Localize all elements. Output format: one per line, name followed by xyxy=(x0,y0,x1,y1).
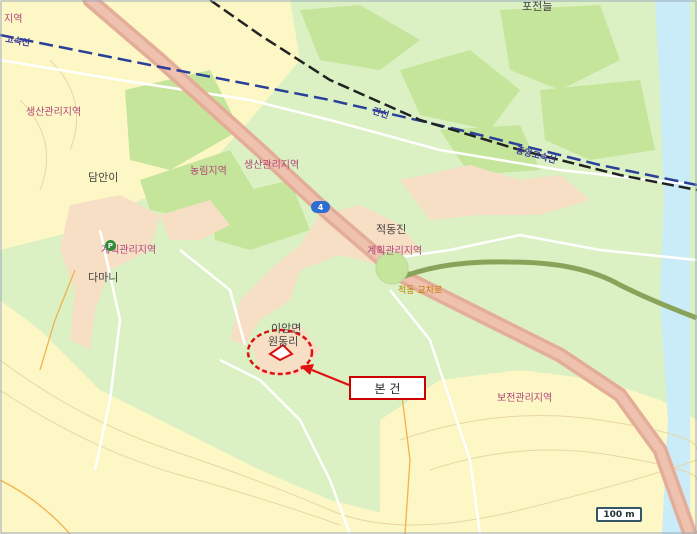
intersection-label: 적동 교차로 xyxy=(398,286,443,296)
ri-label: 원동리 xyxy=(268,335,299,348)
damani-village-label: 다마니 xyxy=(88,271,119,284)
route-shield-icon: 4 xyxy=(311,201,330,213)
bojeon-zone-label: 보전관리지역 xyxy=(497,393,553,404)
nongrim-zone-label: 농림지역 xyxy=(190,166,227,177)
jeokdong-place-label: 적동진 xyxy=(376,223,407,236)
corner-zone-label: 지역 xyxy=(4,14,23,25)
damani-place-label: 담안이 xyxy=(88,171,119,184)
map-view[interactable]: 지역 고속선 생산관리지역 담안이 농림지역 생산관리지역 계획관리지역 다마니… xyxy=(0,0,697,534)
bus-stop-icon[interactable]: P xyxy=(105,240,116,251)
scale-bar: 100 m xyxy=(596,507,642,522)
pojeon-place-label: 포전늘 xyxy=(522,0,553,13)
saengsan-zone-label: 생산관리지역 xyxy=(26,107,82,118)
gyehoek-east-label: 계획관리지역 xyxy=(367,246,423,257)
map-canvas xyxy=(0,0,697,534)
subject-callout: 본 건 xyxy=(349,376,426,400)
myeon-label: 이암면 xyxy=(271,322,302,335)
saengsan-zone-label-2: 생산관리지역 xyxy=(244,160,300,171)
